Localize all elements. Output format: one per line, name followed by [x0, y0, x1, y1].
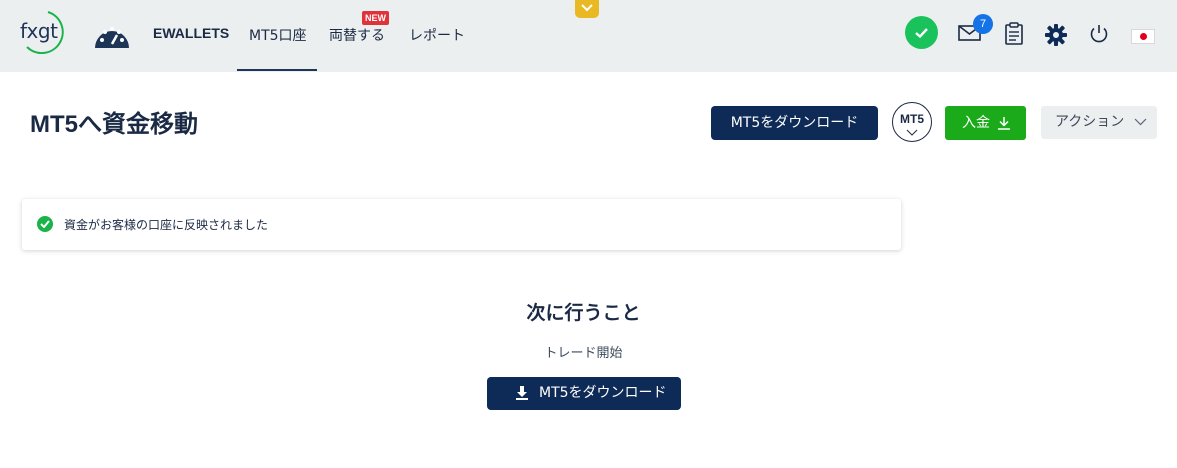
fxgt-logo[interactable]: fxgt	[18, 9, 72, 55]
nav-item-mt5-account[interactable]: MT5口座	[249, 25, 307, 45]
deposit-label: 入金	[962, 115, 990, 131]
download-mt5-button[interactable]: MT5をダウンロード	[711, 106, 878, 140]
page-title: MT5へ資金移動	[30, 111, 198, 138]
success-alert: 資金がお客様の口座に反映されました	[22, 199, 901, 250]
success-message: 資金がお客様の口座に反映されました	[64, 218, 269, 232]
new-badge: NEW	[362, 11, 389, 25]
top-navigation-bar: fxgt EWALLETS MT5口座 NEW 両替する レポート 7	[0, 0, 1177, 72]
chevron-down-icon	[906, 129, 918, 136]
japan-flag-icon[interactable]	[1131, 29, 1155, 44]
platform-label: MT5	[900, 112, 924, 126]
success-check-icon	[37, 216, 53, 232]
dashboard-gauge-icon[interactable]	[93, 20, 131, 50]
action-label: アクション	[1055, 114, 1125, 130]
deposit-button[interactable]: 入金	[945, 106, 1026, 140]
verified-check-icon[interactable]	[905, 16, 938, 49]
mail-count-badge: 7	[973, 14, 993, 34]
next-steps-title: 次に行うこと	[526, 303, 641, 324]
nav-item-report[interactable]: レポート	[409, 25, 465, 45]
action-dropdown[interactable]: アクション	[1041, 106, 1157, 139]
active-tab-indicator	[237, 69, 317, 71]
download-mt5-bottom-button[interactable]: MT5をダウンロード	[487, 377, 681, 410]
platform-selector[interactable]: MT5	[892, 102, 932, 142]
chevron-down-icon	[1134, 118, 1147, 126]
nav-item-exchange[interactable]: 両替する	[329, 25, 385, 45]
logo-text: fxgt	[20, 19, 58, 43]
nav-item-ewallets[interactable]: EWALLETS	[153, 25, 229, 41]
download-bottom-label: MT5をダウンロード	[539, 385, 667, 401]
download-icon	[516, 386, 528, 400]
clipboard-icon[interactable]	[1004, 22, 1024, 50]
collapse-toggle[interactable]	[575, 0, 599, 18]
gear-icon[interactable]	[1045, 24, 1067, 50]
chevron-down-icon	[581, 4, 593, 12]
next-steps-subtitle: トレード開始	[544, 346, 623, 361]
download-icon	[998, 117, 1010, 130]
power-icon[interactable]	[1088, 23, 1110, 49]
